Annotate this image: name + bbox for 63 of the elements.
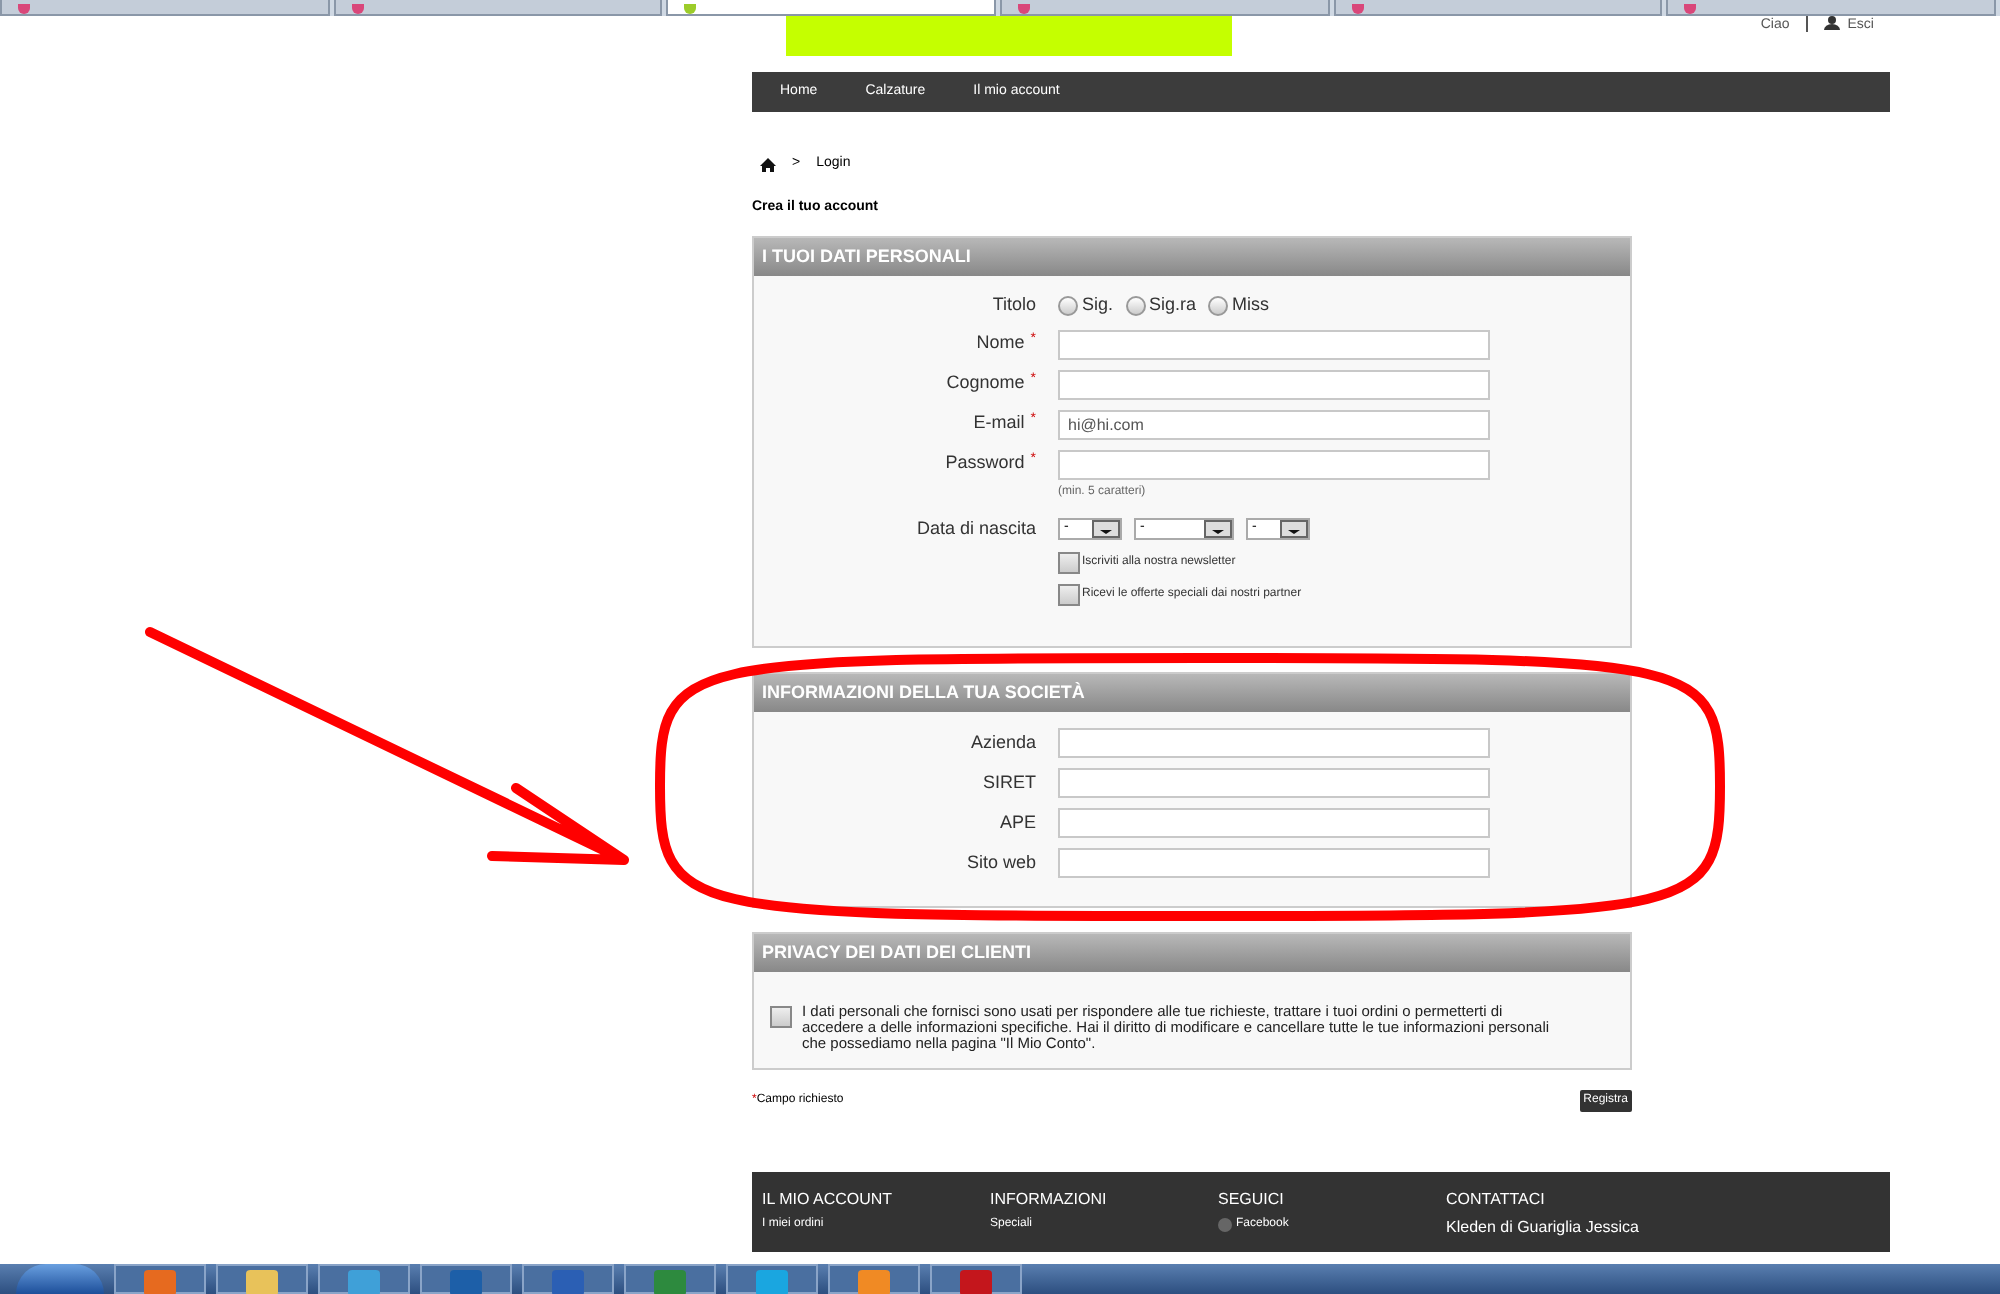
taskbar-app-icon[interactable] [114,1264,206,1294]
footer-heading: INFORMAZIONI [990,1188,1109,1212]
facebook-icon[interactable] [1218,1218,1232,1232]
field-label: Azienda [970,729,1036,756]
taskbar-app-icon[interactable] [216,1264,308,1294]
radio-label: Sig. [1082,292,1114,318]
field-label: Password [945,450,1025,477]
text-field[interactable]: hi@hi.com [1058,409,1490,439]
tab-favicon-icon [684,4,697,14]
dropdown-caret-icon [1204,519,1232,538]
footer-heading: SEGUICI [1218,1188,1286,1212]
text-field[interactable] [1058,728,1490,758]
field-label: SIRET [982,769,1036,796]
text-field[interactable] [1058,848,1490,878]
tab-favicon-icon [18,4,30,14]
user-icon [1823,16,1840,30]
field-label: Titolo [992,292,1036,318]
footer-link[interactable]: Kleden di Guariglia Jessica [1446,1216,1639,1240]
browser-tab[interactable] [0,0,330,16]
browser-tab[interactable] [666,0,997,16]
taskbar-app-icon[interactable] [930,1264,1022,1294]
text-field[interactable] [1058,808,1490,838]
radio-button[interactable] [1058,295,1078,316]
start-orb-icon[interactable] [16,1264,104,1294]
field-label: APE [999,809,1036,836]
text-field[interactable] [1058,449,1490,479]
footer-heading: IL MIO ACCOUNT [762,1188,895,1212]
radio-label: Miss [1232,292,1270,318]
checkbox[interactable] [1058,552,1080,574]
browser-tab[interactable] [1000,0,1330,16]
dropdown-caret-icon [1092,519,1120,538]
checkbox[interactable] [770,1006,792,1028]
tab-favicon-icon [1351,4,1364,14]
checkbox[interactable] [1058,584,1080,606]
browser-tab[interactable] [1666,0,1997,16]
taskbar-app-icon[interactable] [828,1264,920,1294]
tab-favicon-icon [351,4,364,14]
field-label: Data di nascita [916,515,1036,541]
taskbar-app-icon[interactable] [318,1264,410,1294]
section-header: INFORMAZIONI DELLA TUA SOCIETÀ [754,674,1630,712]
field-label: Cognome [946,370,1025,397]
browser-tab[interactable] [1333,0,1663,16]
text-field[interactable] [1058,369,1490,399]
tab-favicon-icon [1018,4,1031,14]
browser-tab[interactable] [333,0,663,16]
field-label: E-mail [973,410,1025,437]
taskbar-app-icon[interactable] [522,1264,614,1294]
home-icon[interactable] [760,157,776,172]
footer-heading: CONTATTACI [1446,1188,1547,1212]
taskbar-app-icon[interactable] [420,1264,512,1294]
radio-label: Sig.ra [1149,292,1197,318]
section-header: PRIVACY DEI DATI DEI CLIENTI [754,934,1630,972]
radio-button[interactable] [1125,295,1146,316]
text-field[interactable] [1058,768,1490,798]
section-header: I TUOI DATI PERSONALI [754,238,1630,276]
radio-button[interactable] [1208,295,1229,316]
tab-favicon-icon [1684,4,1697,14]
taskbar-app-icon[interactable] [726,1264,818,1294]
taskbar-app-icon[interactable] [624,1264,716,1294]
text-field[interactable] [1058,329,1490,359]
field-label: Nome [976,330,1025,357]
dropdown-caret-icon [1280,519,1308,538]
field-label: Sito web [966,849,1036,876]
